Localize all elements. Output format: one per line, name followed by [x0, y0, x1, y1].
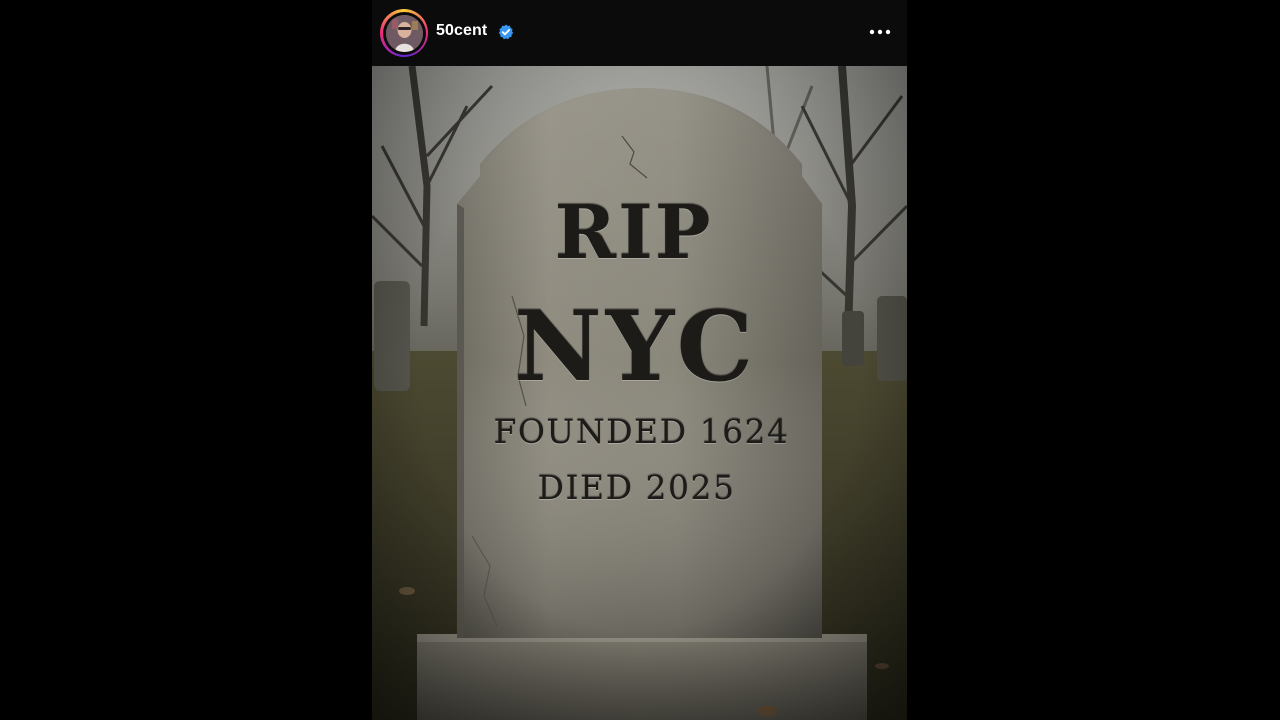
instagram-post: 50cent RIP NYC FOUNDED 1624 DIED 2025 — [372, 0, 907, 720]
post-username[interactable]: 50cent — [436, 22, 487, 40]
verified-badge-icon — [498, 24, 514, 40]
profile-avatar[interactable] — [385, 14, 423, 52]
epitaph-line-nyc: NYC — [514, 290, 757, 403]
more-options-icon[interactable] — [866, 22, 894, 42]
post-image[interactable]: RIP NYC FOUNDED 1624 DIED 2025 — [372, 66, 907, 720]
epitaph-line-founded: FOUNDED 1624 — [493, 412, 790, 451]
post-header: 50cent — [372, 0, 907, 66]
avatar-photo-icon — [385, 14, 423, 52]
epitaph-line-died: DIED 2025 — [537, 468, 736, 507]
epitaph-line-rip: RIP — [554, 190, 713, 276]
story-ring[interactable] — [380, 9, 428, 57]
